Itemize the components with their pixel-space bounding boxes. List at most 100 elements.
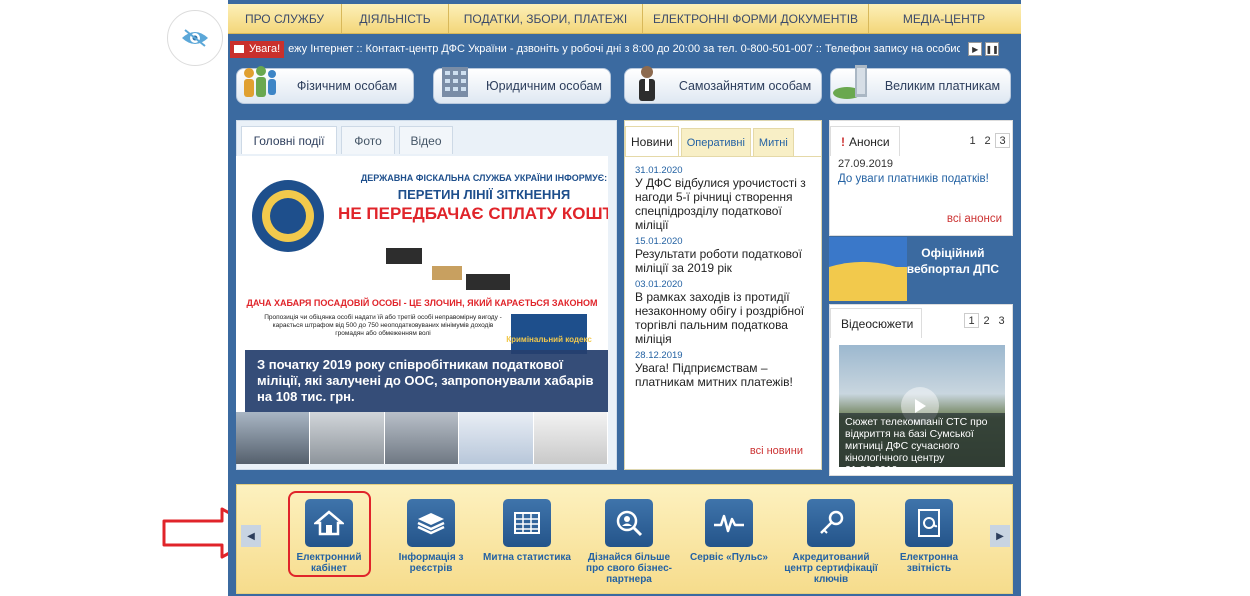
chart-tower-icon: [833, 65, 867, 99]
ukraine-flag-icon: [829, 237, 907, 301]
tab-customs[interactable]: Митні: [752, 128, 794, 156]
all-news-link[interactable]: всі новини: [750, 445, 803, 457]
audience-legal-button[interactable]: Юридичним особам: [433, 67, 611, 104]
alert-icon: !: [841, 134, 845, 149]
all-announcements-link[interactable]: всі анонси: [947, 213, 1002, 225]
service-ecabinet[interactable]: Електронний кабінет: [281, 499, 377, 574]
service-label: Дізнайся більше про свого бізнес-партнер…: [586, 552, 672, 585]
service-customs-stats[interactable]: Митна статистика: [479, 499, 575, 563]
nav-media[interactable]: МЕДІА-ЦЕНТР: [869, 4, 1019, 34]
service-label: Електронний кабінет: [296, 552, 362, 574]
play-icon[interactable]: ▶: [968, 42, 983, 56]
audience-selfemployed-button[interactable]: Самозайнятим особам: [624, 66, 822, 104]
thumbnail[interactable]: [236, 412, 311, 464]
prev-arrow-icon[interactable]: ◀: [241, 525, 261, 547]
audience-label: Самозайнятим особам: [678, 79, 812, 93]
tab-operative[interactable]: Оперативні: [680, 128, 751, 156]
accessibility-eye-icon[interactable]: [167, 10, 223, 66]
news-date: 31.01.2020: [635, 165, 683, 176]
people-icon: [244, 66, 276, 97]
ticker-text[interactable]: ежу Інтернет :: Контакт-центр ДФС Україн…: [288, 43, 960, 55]
at-icon: [905, 499, 953, 547]
audience-individuals-button[interactable]: Фізичним особам: [236, 66, 414, 104]
chat-icon: [234, 45, 244, 53]
service-pulse[interactable]: Сервіс «Пульс»: [681, 499, 777, 563]
poster-header: ДЕРЖАВНА ФІСКАЛЬНА СЛУЖБА УКРАЇНИ ІНФОРМ…: [361, 173, 607, 183]
service-partner-check[interactable]: Дізнайся більше про свого бізнес-партнер…: [581, 499, 677, 585]
news-date: 28.12.2019: [635, 350, 683, 361]
building-icon: [442, 67, 468, 97]
nav-taxes[interactable]: ПОДАТКИ, ЗБОРИ, ПЛАТЕЖІ: [449, 4, 643, 34]
news-item[interactable]: У ДФС відбулися урочистості з нагоди 5-ї…: [635, 176, 811, 232]
announcement-link[interactable]: До уваги платників податків!: [838, 173, 989, 185]
page-link[interactable]: 3: [994, 313, 1009, 328]
page-link-current[interactable]: 1: [964, 313, 979, 328]
news-date: 15.01.2020: [635, 236, 683, 247]
tab-main-events[interactable]: Головні події: [241, 126, 337, 154]
thumbnail[interactable]: [533, 412, 609, 464]
event-caption[interactable]: З початку 2019 року співробітникам подат…: [245, 350, 608, 412]
announcements-panel: ! Анонси 1 2 3 27.09.2019 До уваги платни…: [829, 120, 1013, 236]
banner-line1: Офіційний: [921, 246, 985, 260]
tab-announcements[interactable]: ! Анонси: [830, 126, 900, 156]
video-caption[interactable]: Сюжет телекомпанії СТС про відкриття на …: [839, 413, 1005, 476]
businessman-icon: [639, 66, 655, 101]
service-key-center[interactable]: Акредитований центр сертифікації ключів: [783, 499, 879, 585]
news-item[interactable]: Результати роботи податкової міліції за …: [635, 247, 811, 275]
thumbnail[interactable]: [384, 412, 460, 464]
thumbnail[interactable]: [310, 412, 385, 464]
tab-photo[interactable]: Фото: [341, 126, 395, 154]
page-link[interactable]: 2: [980, 133, 995, 148]
poster-warning: ДАЧА ХАБАРЯ ПОСАДОВІЙ ОСОБІ - ЦЕ ЗЛОЧИН,…: [246, 297, 597, 308]
events-tabs: Головні події Фото Відео: [237, 121, 616, 154]
service-label: Інформація з реєстрів: [398, 552, 464, 574]
video-pager: 1 2 3: [964, 313, 1009, 328]
poster-line1: ПЕРЕТИН ЛІНІЇ ЗІТКНЕННЯ: [398, 187, 570, 202]
services-strip: ◀ ▶ Електронний кабінет Інформація з реє…: [236, 484, 1013, 594]
service-label: Сервіс «Пульс»: [690, 552, 768, 563]
news-panel: Новини Оперативні Митні 31.01.2020 У ДФС…: [624, 120, 822, 470]
news-item[interactable]: В рамках заходів із протидії незаконному…: [635, 290, 811, 346]
tab-news[interactable]: Новини: [625, 126, 679, 156]
announcement-date: 27.09.2019: [838, 158, 894, 170]
layers-icon: [407, 499, 455, 547]
main-container: ПРО СЛУЖБУ ДІЯЛЬНІСТЬ ПОДАТКИ, ЗБОРИ, ПЛ…: [228, 0, 1021, 596]
thumbnail[interactable]: [459, 412, 534, 464]
service-label: Електронна звітність: [899, 552, 959, 574]
page-link[interactable]: 1: [965, 133, 980, 148]
poster-body: Пропозиція чи обіцянка особі надати їй а…: [264, 314, 502, 337]
announcements-pager: 1 2 3: [965, 133, 1010, 148]
pulse-icon: [705, 499, 753, 547]
next-arrow-icon[interactable]: ▶: [990, 525, 1010, 547]
page-link-current[interactable]: 3: [995, 133, 1010, 148]
key-icon: [807, 499, 855, 547]
audience-label: Фізичним особам: [296, 79, 398, 93]
poster-line2: НЕ ПЕРЕДБАЧАЄ СПЛАТУ КОШТІВ: [338, 204, 608, 223]
tab-video-stories[interactable]: Відеосюжети: [830, 308, 922, 338]
pause-icon[interactable]: ❚❚: [985, 42, 1000, 56]
banner-line2: вебпортал ДПС: [906, 262, 999, 276]
news-ticker: Увага! ежу Інтернет :: Контакт-центр ДФС…: [230, 40, 1020, 58]
news-date: 03.01.2020: [635, 279, 683, 290]
banner-text: Офіційний вебпортал ДПС: [907, 245, 999, 277]
nav-activity[interactable]: ДІЯЛЬНІСТЬ: [342, 4, 449, 34]
home-icon: [305, 499, 353, 547]
audience-label: Великим платникам: [884, 79, 1001, 93]
service-registers[interactable]: Інформація з реєстрів: [383, 499, 479, 574]
thumbnail-strip: [236, 412, 609, 464]
alert-label: Увага!: [249, 43, 281, 55]
nav-eforms[interactable]: ЕЛЕКТРОННІ ФОРМИ ДОКУМЕНТІВ: [643, 4, 869, 34]
audience-large-button[interactable]: Великим платникам: [830, 65, 1011, 104]
page-link[interactable]: 2: [979, 313, 994, 328]
video-panel: Відеосюжети 1 2 3 Сюжет телекомпанії СТС…: [829, 304, 1013, 476]
dps-portal-banner[interactable]: Офіційний вебпортал ДПС: [829, 237, 1013, 301]
nav-about[interactable]: ПРО СЛУЖБУ: [228, 4, 342, 34]
table-icon: [503, 499, 551, 547]
news-item[interactable]: Увага! Підприємствам – платникам митних …: [635, 361, 811, 389]
alert-badge: Увага!: [230, 40, 285, 58]
audience-label: Юридичним особам: [485, 79, 602, 93]
announcements-tab-label: Анонси: [849, 134, 890, 149]
news-list: 31.01.2020 У ДФС відбулися урочистості з…: [625, 157, 821, 393]
service-ereporting[interactable]: Електронна звітність: [881, 499, 977, 574]
tab-video[interactable]: Відео: [399, 126, 453, 154]
